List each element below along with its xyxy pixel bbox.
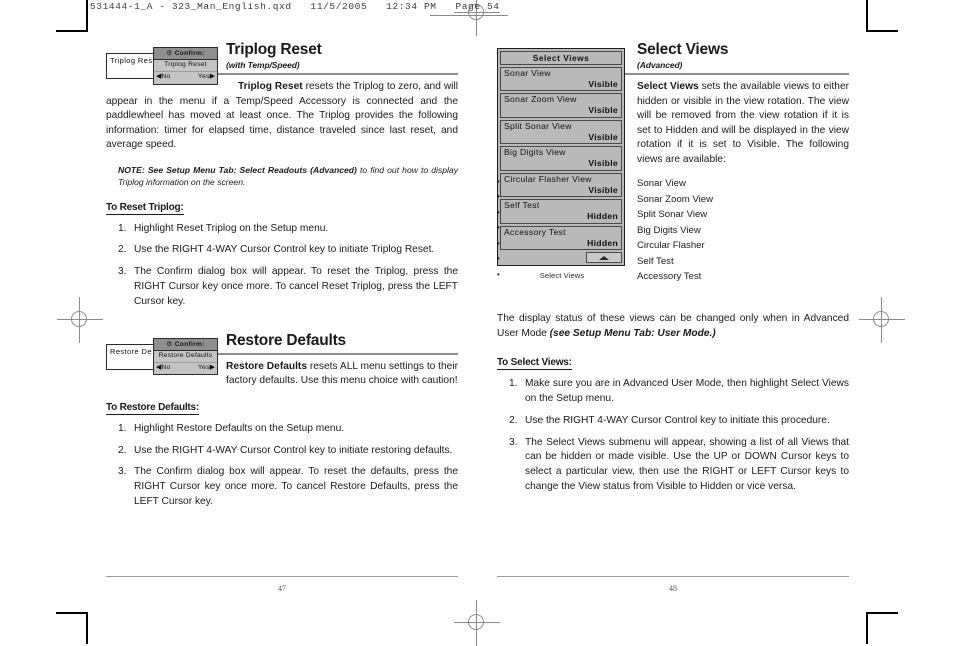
restore-confirm-header: ⚙ Confirm: (154, 338, 217, 351)
select-views-status-bold: (see Setup Menu Tab: User Mode.) (549, 327, 716, 339)
crop-mark-bottom-right (866, 612, 898, 644)
list-item: Highlight Reset Triplog on the Setup men… (118, 222, 329, 237)
list-item: Make sure you are in Advanced User Mode,… (509, 377, 849, 405)
page-right: Select Views Sonar View Visible Sonar Zo… (497, 41, 849, 502)
registration-mark-vertical-line (79, 297, 80, 343)
triplog-confirm-no-option: ◀No (156, 73, 171, 81)
lcd-row-split-sonar-view[interactable]: Split Sonar View Visible (500, 119, 622, 145)
registration-mark-circle (468, 614, 484, 630)
page-number-left: 47 (278, 584, 286, 593)
lcd-row-state: Visible (588, 158, 618, 169)
restore-defaults-figure: Restore De ⚙ Confirm: Restore Defaults ◀… (106, 337, 218, 376)
triplog-procedure-title: To Reset Triplog: (106, 201, 184, 215)
lcd-row-big-digits-view[interactable]: Big Digits View Visible (500, 146, 622, 171)
list-item: Use the RIGHT 4-WAY Cursor Control key t… (118, 243, 435, 258)
footer-rule (497, 576, 849, 577)
footer-rule (106, 576, 458, 577)
list-item: Sonar Zoom View (497, 191, 849, 208)
restore-confirm-label: Restore Defaults (158, 351, 213, 359)
lcd-row-label: Split Sonar View (504, 120, 572, 131)
triplog-reset-figure: Triplog Rese ⚙ Confirm: Triplog Reset ◀N… (106, 47, 218, 85)
list-item: Split Sonar View (497, 207, 849, 223)
triplog-body-lead: Triplog Reset (238, 81, 303, 93)
triplog-confirm-actions: ◀No Yes▶ (154, 71, 217, 84)
lcd-title: Select Views (500, 51, 622, 65)
triplog-note-lead: NOTE: (118, 164, 145, 175)
list-item: Highlight Restore Defaults on the Setup … (118, 422, 345, 437)
crop-mark-bottom-left (56, 612, 88, 644)
list-item: Circular Flasher (497, 238, 849, 254)
triplog-procedure-steps: Highlight Reset Triplog on the Setup men… (106, 222, 458, 310)
registration-mark-left (57, 297, 103, 343)
list-item: Sonar View (497, 176, 849, 192)
registration-mark-circle (71, 311, 87, 327)
triplog-body-paragraph: Triplog Reset resets the Triplog to zero… (106, 80, 458, 152)
registration-mark-horizontal-line (454, 622, 500, 623)
triplog-confirm-label: Triplog Reset (164, 61, 207, 69)
available-views-list: Sonar View Sonar Zoom View Split Sonar V… (497, 176, 849, 285)
registration-mark-bottom (454, 600, 500, 646)
triplog-note: NOTE: See Setup Menu Tab: Select Readout… (118, 164, 458, 189)
list-item: The Select Views submenu will appear, sh… (509, 436, 849, 492)
list-item: Use the RIGHT 4-WAY Cursor Control key t… (509, 414, 830, 429)
lcd-row-state: Visible (588, 78, 618, 89)
registration-mark-vertical-line (881, 297, 882, 343)
list-item: Accessory Test (497, 269, 849, 285)
page-left: Triplog Rese ⚙ Confirm: Triplog Reset ◀N… (106, 41, 458, 517)
registration-mark-vertical-line (476, 600, 477, 646)
lcd-row-state: Visible (588, 131, 618, 142)
restore-procedure-title: To Restore Defaults: (106, 401, 200, 415)
triplog-confirm-header-label: Confirm: (174, 50, 205, 57)
restore-confirm-no-option: ◀No (156, 363, 171, 371)
triplog-note-bold: See Setup Menu Tab: Select Readouts (Adv… (147, 164, 357, 175)
restore-confirm-header-label: Confirm: (174, 340, 205, 348)
lcd-row-sonar-view[interactable]: Sonar View Visible (500, 67, 622, 92)
registration-mark-horizontal-line (454, 12, 500, 13)
crop-mark-top-right (866, 0, 898, 32)
registration-mark-horizontal-line (57, 319, 103, 320)
registration-mark-horizontal-line (859, 319, 905, 320)
page-left-footer: 47 (106, 576, 458, 593)
prepress-header-text: 531444-1_A - 323_Man_English.qxd 11/5/20… (90, 1, 500, 12)
select-views-procedure-steps: Make sure you are in Advanced User Mode,… (497, 377, 849, 494)
triplog-confirm-yes-option: Yes▶ (197, 73, 215, 81)
list-item: The Confirm dialog box will appear. To r… (118, 465, 458, 507)
page-number-right: 48 (669, 584, 677, 593)
list-item: Self Test (497, 253, 849, 270)
select-views-status-paragraph: The display status of these views can be… (497, 312, 849, 341)
list-item: Big Digits View (497, 222, 849, 239)
lcd-row-label: Sonar View (504, 68, 551, 78)
triplog-confirm-dialog: ⚙ Confirm: Triplog Reset ◀No Yes▶ (153, 47, 218, 85)
registration-mark-circle (873, 311, 889, 327)
list-item: Use the RIGHT 4-WAY Cursor Control key t… (118, 444, 453, 459)
page-right-footer: 48 (497, 576, 849, 593)
restore-procedure-steps: Highlight Restore Defaults on the Setup … (106, 422, 458, 510)
triplog-confirm-header: ⚙ Confirm: (154, 48, 217, 61)
restore-confirm-dialog: ⚙ Confirm: Restore Defaults ◀No Yes▶ (153, 337, 218, 376)
list-item: The Confirm dialog box will appear. To r… (118, 265, 458, 307)
select-views-body-rest: sets the available views to either hidde… (637, 81, 849, 165)
lcd-row-label: Sonar Zoom View (504, 94, 577, 105)
lcd-row-label: Big Digits View (504, 147, 566, 158)
restore-confirm-yes-option: Yes▶ (197, 363, 215, 371)
restore-confirm-actions: ◀No Yes▶ (154, 361, 217, 375)
crop-mark-top-left (56, 0, 88, 32)
lcd-row-state: Visible (588, 105, 618, 116)
prepress-header-rule (430, 15, 508, 16)
select-views-body-lead: Select Views (637, 81, 699, 93)
select-views-procedure-title: To Select Views: (497, 357, 572, 371)
registration-mark-right (859, 297, 905, 343)
gear-icon: ⚙ (166, 49, 173, 57)
lcd-row-sonar-zoom-view[interactable]: Sonar Zoom View Visible (500, 93, 622, 118)
restore-body-lead: Restore Defaults (226, 360, 307, 372)
gear-icon: ⚙ (166, 339, 173, 348)
